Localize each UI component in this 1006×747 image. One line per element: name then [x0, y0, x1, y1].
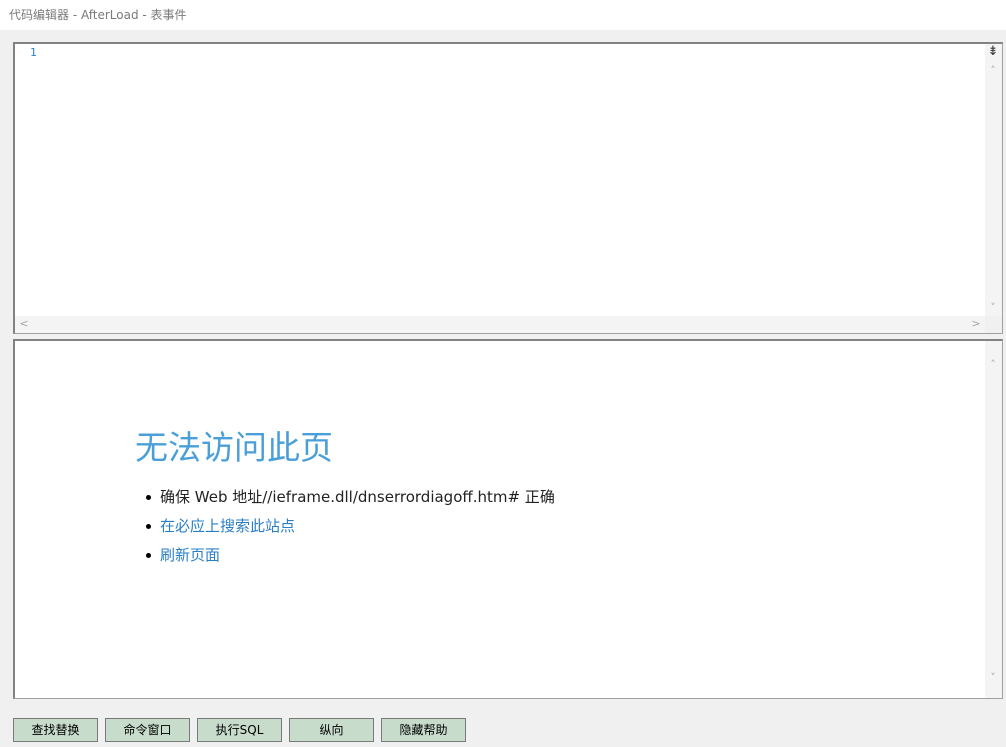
scroll-up-icon[interactable]: ˄ — [986, 359, 1000, 371]
scrollbar-corner — [985, 316, 1002, 333]
suggestion-refresh[interactable]: 刷新页面 — [146, 544, 555, 573]
error-suggestion-list: 确保 Web 地址//ieframe.dll/dnserrordiagoff.h… — [146, 486, 555, 573]
command-window-button[interactable]: 命令窗口 — [105, 718, 190, 742]
line-number: 1 — [30, 46, 37, 59]
execute-sql-button[interactable]: 执行SQL — [197, 718, 282, 742]
suggestion-text: 确保 Web 地址//ieframe.dll/dnserrordiagoff.h… — [160, 488, 555, 506]
window-title: 代码编辑器 - AfterLoad - 表事件 — [0, 0, 1006, 30]
scroll-down-icon[interactable]: ˅ — [986, 672, 1000, 684]
scroll-right-icon[interactable]: > — [969, 318, 983, 330]
refresh-page-link[interactable]: 刷新页面 — [160, 546, 220, 564]
vertical-layout-button[interactable]: 纵向 — [289, 718, 374, 742]
split-pane-icon[interactable]: ⇟ — [987, 45, 999, 59]
scroll-left-icon[interactable]: < — [17, 318, 31, 330]
hide-help-button[interactable]: 隐藏帮助 — [381, 718, 466, 742]
help-vertical-scrollbar[interactable]: ˄ ˅ — [985, 341, 1002, 698]
suggestion-search-bing[interactable]: 在必应上搜索此站点 — [146, 515, 555, 544]
code-editor[interactable]: 1 ⇟ ˄ ˅ < > — [13, 42, 1003, 334]
suggestion-check-address: 确保 Web 地址//ieframe.dll/dnserrordiagoff.h… — [146, 486, 555, 515]
scroll-down-icon[interactable]: ˅ — [986, 302, 1000, 314]
error-title: 无法访问此页 — [135, 428, 333, 467]
search-bing-link[interactable]: 在必应上搜索此站点 — [160, 517, 295, 535]
find-replace-button[interactable]: 查找替换 — [13, 718, 98, 742]
scroll-up-icon[interactable]: ˄ — [986, 65, 1000, 77]
code-text-area[interactable] — [51, 44, 984, 315]
editor-horizontal-scrollbar[interactable]: < > — [15, 316, 985, 333]
editor-vertical-scrollbar[interactable]: ⇟ ˄ ˅ — [985, 44, 1002, 316]
help-browser-pane: 无法访问此页 确保 Web 地址//ieframe.dll/dnserrordi… — [13, 339, 1003, 699]
